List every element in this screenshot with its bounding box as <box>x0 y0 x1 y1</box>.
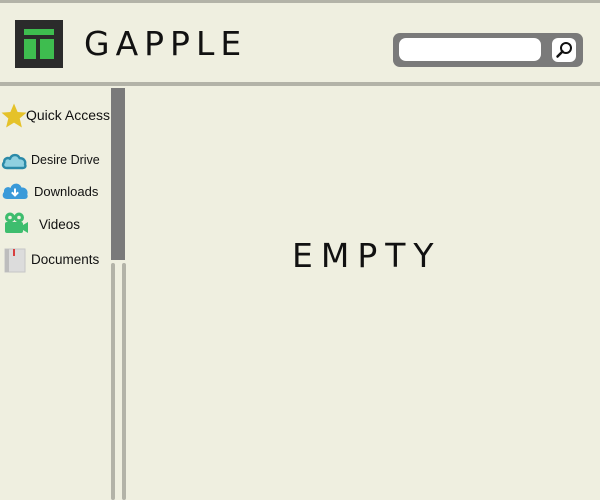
sidebar-item-label: Downloads <box>34 184 99 199</box>
main-content-area: EMPTY <box>130 86 600 500</box>
sidebar-item-videos[interactable]: Videos <box>0 210 110 238</box>
sidebar-scrollbar-rail-left[interactable] <box>111 263 115 500</box>
sidebar-item-downloads[interactable]: Downloads <box>0 179 110 207</box>
sidebar-scrollbar-thumb[interactable] <box>111 88 125 260</box>
search-input[interactable] <box>399 38 541 61</box>
star-icon <box>1 103 27 128</box>
sidebar-item-quick-access[interactable]: Quick Access <box>0 102 110 130</box>
sidebar-item-label: Desire Drive <box>31 153 100 167</box>
sidebar-item-documents[interactable]: Documents <box>0 246 110 274</box>
sidebar-item-label: Documents <box>31 252 100 267</box>
document-icon <box>4 248 26 273</box>
video-camera-icon <box>5 212 28 233</box>
search-bar <box>393 33 583 67</box>
file-manager-window: GAPPLE Quick Access Desire Drive Downloa… <box>0 0 600 500</box>
cloud-icon <box>1 153 27 170</box>
cloud-download-icon <box>2 183 28 199</box>
sidebar-item-desire-drive[interactable]: Desire Drive <box>0 150 110 178</box>
window-layout-icon[interactable] <box>15 20 63 68</box>
sidebar-item-label: Videos <box>39 217 81 232</box>
sidebar-item-label: Quick Access <box>26 107 111 123</box>
sidebar-scrollbar-rail-right[interactable] <box>122 263 126 500</box>
app-header: GAPPLE <box>0 3 600 82</box>
sidebar-nav: Quick Access Desire Drive Downloads Vide… <box>0 86 110 500</box>
empty-state-message: EMPTY <box>292 236 442 275</box>
magnifier-icon <box>556 42 572 58</box>
search-button[interactable] <box>552 38 576 62</box>
brand-title: GAPPLE <box>84 24 248 63</box>
